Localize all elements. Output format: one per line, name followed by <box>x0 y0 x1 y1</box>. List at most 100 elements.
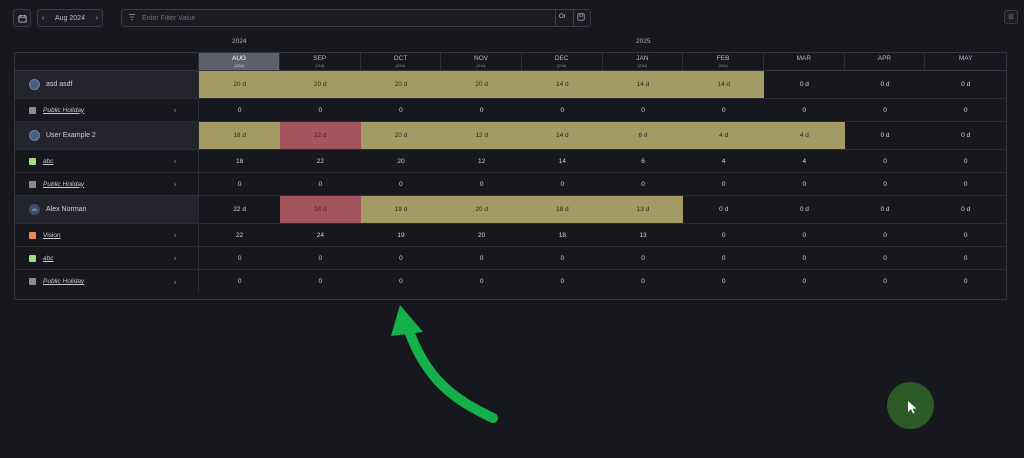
allocation-cell[interactable]: 20 d <box>441 71 522 98</box>
allocation-cell[interactable]: 13 d <box>602 196 684 223</box>
allocation-cell[interactable]: 0 <box>845 99 926 121</box>
allocation-cell[interactable]: 0 <box>603 173 684 195</box>
row-name-cell[interactable]: Vision › <box>15 224 200 246</box>
allocation-cell[interactable]: 0 d <box>764 71 845 98</box>
allocation-cell[interactable]: 0 <box>764 224 845 246</box>
chevron-right-icon[interactable]: › <box>96 15 98 22</box>
allocation-cell[interactable]: 0 <box>441 99 522 121</box>
allocation-cell[interactable]: 22 <box>280 150 361 172</box>
allocation-cell[interactable]: 14 d <box>522 122 603 149</box>
allocation-cell[interactable]: 0 <box>280 247 361 269</box>
filter-input[interactable] <box>142 12 542 24</box>
allocation-cell[interactable]: 18 d <box>199 122 280 149</box>
allocation-cell[interactable]: 0 <box>845 247 926 269</box>
allocation-cell[interactable]: 0 <box>361 270 442 293</box>
save-filter-icon[interactable] <box>577 13 585 23</box>
allocation-cell[interactable]: 24 d <box>279 196 361 223</box>
chevron-right-icon[interactable]: › <box>174 180 177 189</box>
row-name-cell[interactable]: Public Holiday › <box>15 173 200 195</box>
allocation-cell[interactable]: 0 <box>683 270 764 293</box>
allocation-cell[interactable]: 0 <box>764 270 845 293</box>
row-name-cell[interactable]: abc › <box>15 150 200 172</box>
allocation-cell[interactable]: 19 d <box>360 196 442 223</box>
allocation-cell[interactable]: 0 <box>683 224 764 246</box>
allocation-cell[interactable]: 0 <box>603 270 684 293</box>
allocation-cell[interactable]: 0 <box>925 173 1006 195</box>
allocation-cell[interactable]: 0 <box>845 150 926 172</box>
filter-icon[interactable] <box>128 13 136 23</box>
allocation-cell[interactable]: 0 <box>925 247 1006 269</box>
allocation-cell[interactable]: 0 d <box>845 71 926 98</box>
allocation-cell[interactable]: 0 <box>522 247 603 269</box>
allocation-cell[interactable]: 0 <box>683 247 764 269</box>
allocation-cell[interactable]: 0 <box>199 270 280 293</box>
chevron-right-icon[interactable]: › <box>174 106 177 115</box>
chevron-right-icon[interactable]: › <box>174 157 177 166</box>
allocation-cell[interactable]: 0 <box>441 247 522 269</box>
allocation-cell[interactable]: 20 d <box>360 122 442 149</box>
allocation-cell[interactable]: 0 <box>522 173 603 195</box>
allocation-cell[interactable]: 0 <box>683 99 764 121</box>
allocation-cell[interactable]: 6 <box>603 150 684 172</box>
allocation-cell[interactable]: 0 <box>603 99 684 121</box>
allocation-cell[interactable]: 14 <box>522 150 603 172</box>
allocation-cell[interactable]: 0 <box>764 247 845 269</box>
chevron-right-icon[interactable]: › <box>174 254 177 263</box>
allocation-cell[interactable]: 0 <box>441 173 522 195</box>
allocation-cell[interactable]: 0 <box>361 173 442 195</box>
allocation-cell[interactable]: 12 <box>441 150 522 172</box>
allocation-cell[interactable]: 0 <box>280 99 361 121</box>
project-link[interactable]: abc <box>43 255 53 262</box>
or-toggle[interactable]: Or <box>559 14 566 20</box>
row-name-cell[interactable]: abc › <box>15 247 200 269</box>
allocation-cell[interactable]: 4 <box>764 150 845 172</box>
allocation-cell[interactable]: 0 <box>845 173 926 195</box>
allocation-cell[interactable]: 0 <box>361 99 442 121</box>
allocation-cell[interactable]: 0 <box>603 247 684 269</box>
project-link[interactable]: Public Holiday <box>43 181 84 188</box>
calendar-icon[interactable] <box>13 9 31 27</box>
allocation-cell[interactable]: 14 d <box>522 71 603 98</box>
chevron-right-icon[interactable]: › <box>174 231 177 240</box>
allocation-cell[interactable]: 0 <box>925 150 1006 172</box>
row-name-cell[interactable]: Public Holiday › <box>15 270 200 293</box>
allocation-cell[interactable]: 0 d <box>925 71 1006 98</box>
allocation-cell[interactable]: 0 <box>199 247 280 269</box>
settings-icon[interactable]: ⚙ <box>1004 10 1018 24</box>
allocation-cell[interactable]: 20 <box>441 224 522 246</box>
allocation-cell[interactable]: 0 d <box>925 196 1006 223</box>
allocation-cell[interactable]: 12 d <box>441 122 522 149</box>
allocation-cell[interactable]: 13 <box>603 224 684 246</box>
allocation-cell[interactable]: 0 <box>925 270 1006 293</box>
allocation-cell[interactable]: 0 <box>925 99 1006 121</box>
allocation-cell[interactable]: 18 <box>199 150 280 172</box>
allocation-cell[interactable]: 0 <box>683 173 764 195</box>
allocation-cell[interactable]: 14 d <box>683 71 765 98</box>
allocation-cell[interactable]: 0 <box>441 270 522 293</box>
allocation-cell[interactable]: 20 d <box>441 196 522 223</box>
allocation-cell[interactable]: 22 d <box>279 122 361 149</box>
allocation-cell[interactable]: 0 d <box>845 196 926 223</box>
allocation-cell[interactable]: 0 <box>764 99 845 121</box>
row-name-cell[interactable]: Public Holiday › <box>15 99 200 121</box>
project-link[interactable]: Vision <box>43 232 61 239</box>
chevron-left-icon[interactable]: ‹ <box>42 15 44 22</box>
allocation-cell[interactable]: 0 <box>280 270 361 293</box>
allocation-cell[interactable]: 6 d <box>602 122 684 149</box>
allocation-cell[interactable]: 0 <box>764 173 845 195</box>
allocation-cell[interactable]: 0 d <box>845 122 926 149</box>
allocation-cell[interactable]: 0 d <box>683 196 764 223</box>
allocation-cell[interactable]: 18 <box>522 224 603 246</box>
allocation-cell[interactable]: 4 <box>683 150 764 172</box>
allocation-cell[interactable]: 0 <box>522 99 603 121</box>
allocation-cell[interactable]: 0 <box>361 247 442 269</box>
allocation-cell[interactable]: 20 <box>361 150 442 172</box>
allocation-cell[interactable]: 14 d <box>602 71 684 98</box>
project-link[interactable]: Public Holiday <box>43 278 84 285</box>
allocation-cell[interactable]: 0 d <box>925 122 1006 149</box>
project-link[interactable]: abc <box>43 158 53 165</box>
current-month-label[interactable]: Aug 2024 <box>55 15 85 22</box>
chevron-right-icon[interactable]: › <box>174 277 177 286</box>
allocation-cell[interactable]: 0 d <box>764 196 845 223</box>
project-link[interactable]: Public Holiday <box>43 107 84 114</box>
